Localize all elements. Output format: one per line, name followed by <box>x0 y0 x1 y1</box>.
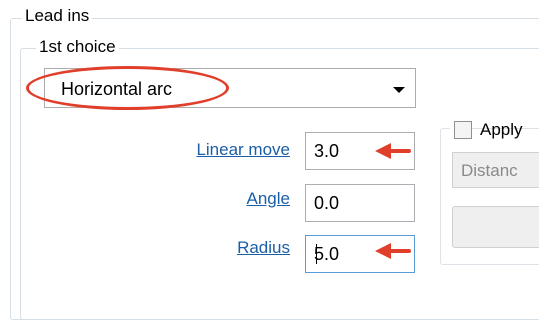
apply-checkbox[interactable] <box>454 121 472 139</box>
apply-checkbox-row[interactable]: Apply <box>450 118 523 142</box>
chevron-down-icon[interactable] <box>393 87 405 93</box>
arrow-annotation-radius <box>375 243 415 259</box>
radius-input[interactable]: 5.0 <box>305 235 415 273</box>
text-cursor <box>316 244 317 264</box>
first-choice-title: 1st choice <box>36 37 119 57</box>
disabled-button[interactable] <box>452 206 539 248</box>
radius-link[interactable]: Radius <box>160 238 290 258</box>
lead-in-type-value: Horizontal arc <box>61 79 173 99</box>
linear-move-link[interactable]: Linear move <box>160 140 290 160</box>
distance-dropdown[interactable]: Distanc <box>452 152 539 188</box>
angle-input[interactable]: 0.0 <box>305 184 415 222</box>
lead-ins-title: Lead ins <box>22 6 93 26</box>
angle-link[interactable]: Angle <box>160 189 290 209</box>
distance-dropdown-value: Distanc <box>461 161 518 180</box>
lead-in-type-dropdown[interactable]: Horizontal arc <box>44 68 416 108</box>
apply-label: Apply <box>480 120 523 139</box>
arrow-annotation-linear-move <box>375 143 415 159</box>
